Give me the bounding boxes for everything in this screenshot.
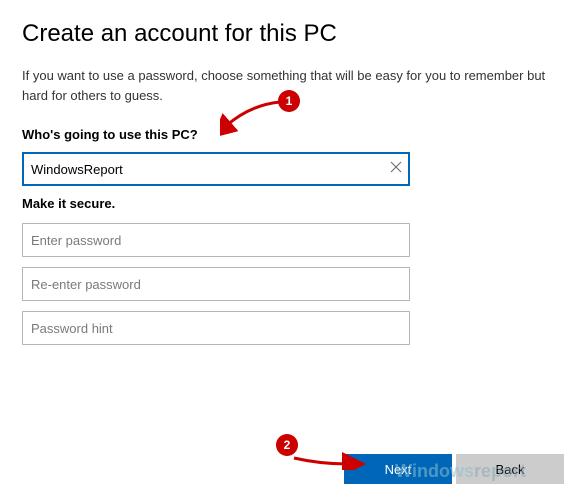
password-section-label: Make it secure. — [22, 196, 564, 211]
confirm-password-input[interactable] — [22, 267, 410, 301]
password-input-wrap — [22, 223, 410, 257]
username-input[interactable] — [22, 152, 410, 186]
button-row: Next Back — [344, 454, 564, 484]
page-subtitle: If you want to use a password, choose so… — [22, 66, 564, 105]
password-hint-input[interactable] — [22, 311, 410, 345]
username-label: Who's going to use this PC? — [22, 127, 564, 142]
page-title: Create an account for this PC — [22, 20, 564, 48]
password-input[interactable] — [22, 223, 410, 257]
confirm-password-input-wrap — [22, 267, 410, 301]
clear-icon[interactable] — [390, 161, 402, 177]
password-hint-input-wrap — [22, 311, 410, 345]
callout-badge-2: 2 — [276, 434, 298, 456]
back-button[interactable]: Back — [456, 454, 564, 484]
next-button[interactable]: Next — [344, 454, 452, 484]
username-input-wrap — [22, 152, 410, 186]
